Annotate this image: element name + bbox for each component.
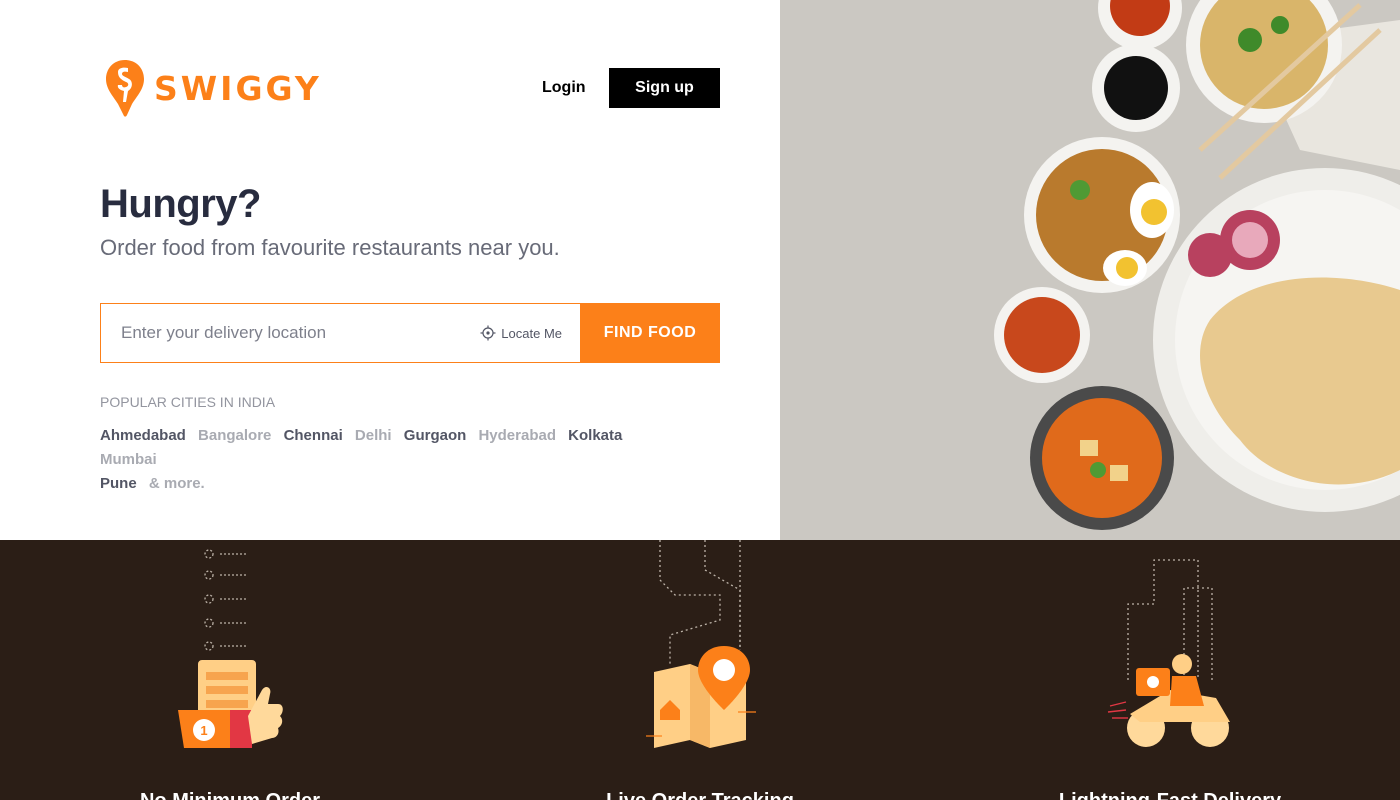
feature-title: Lightning-Fast Delivery bbox=[1020, 790, 1320, 800]
svg-text:1: 1 bbox=[200, 723, 207, 738]
page-title: Hungry? bbox=[100, 182, 261, 226]
city-link-delhi[interactable]: Delhi bbox=[355, 427, 392, 444]
swiggy-logo[interactable]: SWIGGY bbox=[104, 58, 322, 118]
city-link-pune[interactable]: Pune bbox=[100, 475, 137, 492]
feature-live-order-tracking: Live Order Tracking bbox=[550, 540, 850, 800]
popular-cities-heading: POPULAR CITIES IN INDIA bbox=[100, 394, 276, 410]
feature-lightning-fast-delivery: Lightning-Fast Delivery bbox=[1020, 540, 1320, 800]
hero-left-panel: SWIGGY Login Sign up Hungry? Order food … bbox=[0, 0, 780, 540]
delivery-scooter-icon bbox=[1107, 559, 1230, 747]
city-link-chennai[interactable]: Chennai bbox=[284, 427, 343, 444]
location-search-bar: Locate Me FIND FOOD bbox=[100, 303, 720, 363]
delivery-location-input[interactable] bbox=[101, 304, 441, 362]
hero-section: SWIGGY Login Sign up Hungry? Order food … bbox=[0, 0, 1400, 540]
city-link-bangalore[interactable]: Bangalore bbox=[198, 427, 271, 444]
locate-me-label: Locate Me bbox=[501, 325, 562, 341]
map-location-pin-icon bbox=[646, 540, 756, 748]
signup-button[interactable]: Sign up bbox=[609, 68, 720, 108]
city-link-gurgaon[interactable]: Gurgaon bbox=[404, 427, 467, 444]
locate-me-button[interactable]: Locate Me bbox=[480, 304, 562, 362]
food-platter-photo bbox=[780, 0, 1400, 540]
city-link-hyderabad[interactable]: Hyderabad bbox=[478, 427, 556, 444]
location-field-wrapper: Locate Me bbox=[100, 303, 580, 363]
city-link-kolkata[interactable]: Kolkata bbox=[568, 427, 622, 444]
thumbs-up-menu-icon: 1 bbox=[178, 549, 283, 748]
swiggy-logo-icon bbox=[106, 60, 144, 117]
city-link-more[interactable]: & more. bbox=[149, 475, 205, 492]
login-link[interactable]: Login bbox=[534, 68, 594, 108]
popular-cities-list: Ahmedabad Bangalore Chennai Delhi Gurgao… bbox=[100, 424, 680, 496]
feature-no-minimum-order: 1 No Minimum Order bbox=[80, 540, 380, 800]
city-link-ahmedabad[interactable]: Ahmedabad bbox=[100, 427, 186, 444]
food-illustration bbox=[780, 0, 1400, 540]
brand-name: SWIGGY bbox=[154, 68, 322, 108]
feature-title: Live Order Tracking bbox=[550, 790, 850, 800]
city-link-mumbai[interactable]: Mumbai bbox=[100, 451, 157, 468]
find-food-button[interactable]: FIND FOOD bbox=[580, 303, 720, 363]
feature-title: No Minimum Order bbox=[80, 790, 380, 800]
features-section: 1 No Minimum Order Live Order Tracking bbox=[0, 540, 1400, 800]
page-subtitle: Order food from favourite restaurants ne… bbox=[100, 235, 560, 260]
crosshair-icon bbox=[480, 325, 496, 341]
